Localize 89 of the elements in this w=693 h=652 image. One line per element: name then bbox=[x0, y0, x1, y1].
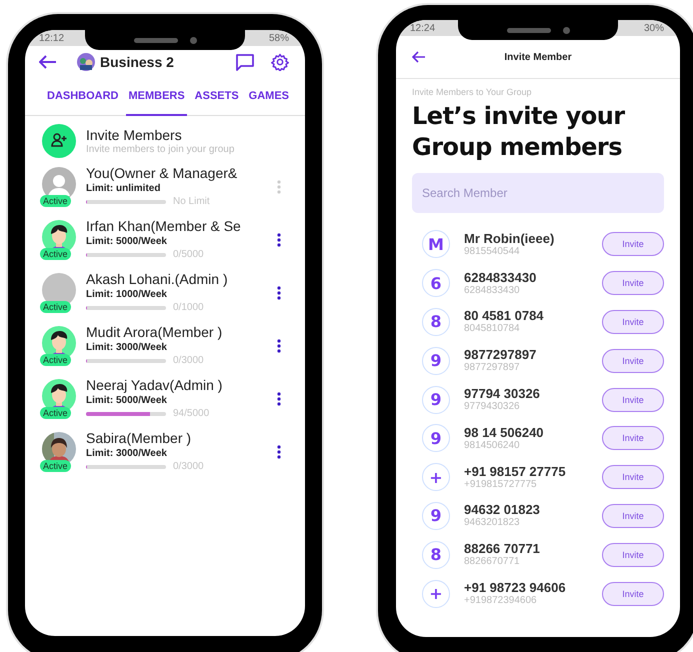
tab[interactable]: MEMBERS bbox=[126, 78, 187, 116]
contact-initial: + bbox=[422, 580, 450, 608]
invite-button[interactable]: Invite bbox=[602, 348, 664, 373]
invite-button[interactable]: Invite bbox=[602, 388, 664, 412]
status-badge: Active bbox=[40, 300, 71, 312]
usage-reading: No Limit bbox=[173, 196, 210, 207]
contact-initial: M bbox=[422, 230, 450, 258]
contact-number: 8045810784 bbox=[464, 323, 520, 336]
usage-reading: 0/1000 bbox=[173, 302, 204, 313]
invite-button[interactable]: Invite bbox=[602, 271, 664, 296]
invite-button[interactable]: Invite bbox=[602, 465, 664, 490]
contact-name: 88266 70771 bbox=[464, 541, 540, 556]
contact-initial: 9 bbox=[422, 386, 450, 414]
invite-button[interactable]: Invite bbox=[602, 232, 664, 256]
tab[interactable]: DASHBOARD bbox=[45, 78, 120, 116]
member-limit: Limit: 3000/Week bbox=[86, 446, 167, 460]
invite-button[interactable]: Invite bbox=[602, 426, 664, 450]
contact-number: 8826670771 bbox=[464, 556, 520, 568]
member-limit: Limit: 1000/Week bbox=[86, 288, 167, 300]
usage-reading: 0/3000 bbox=[173, 355, 204, 366]
invite-button[interactable]: Invite bbox=[602, 504, 664, 528]
member-limit: Limit: unlimited bbox=[86, 182, 160, 194]
member-name: Irfan Khan(Member & Se bbox=[86, 218, 241, 234]
contact-name: 97794 30326 bbox=[464, 386, 540, 402]
search-field[interactable]: Search Member bbox=[412, 173, 664, 213]
contact-initial: + bbox=[422, 463, 450, 492]
back-icon[interactable] bbox=[412, 51, 426, 63]
screen-title: Invite Member bbox=[504, 52, 572, 62]
member-name: Neeraj Yadav(Admin ) bbox=[86, 376, 222, 394]
contact-name: 94632 01823 bbox=[464, 502, 540, 518]
battery-level: 30% bbox=[644, 22, 664, 34]
usage-reading: 94/5000 bbox=[173, 408, 210, 419]
contact-name: 80 4581 0784 bbox=[464, 308, 544, 324]
contact-number: 9463201823 bbox=[464, 517, 520, 530]
contact-initial: 8 bbox=[422, 308, 450, 336]
more-options-icon[interactable] bbox=[277, 232, 281, 246]
contact-name: 98 14 506240 bbox=[464, 424, 544, 440]
chat-icon[interactable] bbox=[236, 54, 254, 70]
member-limit: Limit: 5000/Week bbox=[86, 234, 167, 248]
tab[interactable]: GAMES bbox=[246, 78, 291, 116]
member-limit: Limit: 5000/Week bbox=[86, 394, 167, 406]
status-badge: Active bbox=[40, 406, 71, 418]
invite-button[interactable]: Invite bbox=[602, 310, 664, 334]
member-name: Sabira(Member ) bbox=[86, 430, 192, 446]
status-badge: Active bbox=[40, 354, 71, 366]
status-time: 12:12 bbox=[39, 32, 64, 44]
invite-button[interactable]: Invite bbox=[602, 582, 664, 606]
contact-initial: 9 bbox=[422, 502, 450, 530]
contact-number: 9814506240 bbox=[464, 440, 520, 452]
status-time: 12:24 bbox=[410, 22, 436, 34]
page-heading: Let’s invite your Group members bbox=[412, 101, 626, 163]
contact-initial: 6 bbox=[422, 269, 450, 298]
contact-initial: 9 bbox=[422, 346, 450, 375]
contact-number: +919815727775 bbox=[464, 478, 537, 491]
contact-name: 6284833430 bbox=[464, 270, 536, 285]
status-badge: Active bbox=[40, 248, 71, 260]
more-options-icon[interactable] bbox=[277, 338, 281, 352]
contact-initial: 8 bbox=[422, 540, 450, 569]
member-limit: Limit: 3000/Week bbox=[86, 340, 167, 354]
member-name: Akash Lohani.(Admin ) bbox=[86, 270, 228, 288]
invite-members-title[interactable]: Invite Members bbox=[86, 127, 182, 143]
add-person-icon[interactable] bbox=[42, 124, 76, 158]
contact-name: +91 98157 27775 bbox=[464, 464, 566, 479]
back-icon[interactable] bbox=[39, 55, 57, 69]
contact-name: Mr Robin(ieee) bbox=[464, 230, 554, 246]
contact-name: 9877297897 bbox=[464, 347, 536, 362]
usage-reading: 0/3000 bbox=[173, 461, 204, 472]
status-badge: Active bbox=[40, 460, 71, 472]
contact-number: 9877297897 bbox=[464, 362, 520, 374]
contact-number: +919872394606 bbox=[464, 595, 537, 608]
status-badge: Active bbox=[40, 194, 71, 206]
more-options-icon[interactable] bbox=[277, 392, 281, 406]
member-name: You(Owner & Manager& bbox=[86, 164, 238, 182]
invite-members-subtitle: Invite members to join your group bbox=[86, 144, 234, 155]
settings-icon[interactable] bbox=[271, 53, 289, 71]
usage-reading: 0/5000 bbox=[173, 249, 204, 260]
contact-number: 9815540544 bbox=[464, 246, 520, 258]
contact-initial: 9 bbox=[422, 424, 450, 452]
section-caption: Invite Members to Your Group bbox=[412, 87, 532, 97]
battery-level: 58% bbox=[268, 32, 289, 44]
invite-button[interactable]: Invite bbox=[602, 542, 664, 567]
more-options-icon[interactable] bbox=[277, 286, 281, 300]
member-name: Mudit Arora(Member ) bbox=[86, 324, 222, 340]
tab[interactable]: ASSETS bbox=[192, 78, 241, 116]
contact-number: 6284833430 bbox=[464, 284, 520, 297]
contact-name: +91 98723 94606 bbox=[464, 580, 566, 596]
more-options-icon[interactable] bbox=[277, 444, 281, 458]
group-title: Business 2 bbox=[100, 54, 175, 70]
contact-number: 9779430326 bbox=[464, 401, 520, 414]
